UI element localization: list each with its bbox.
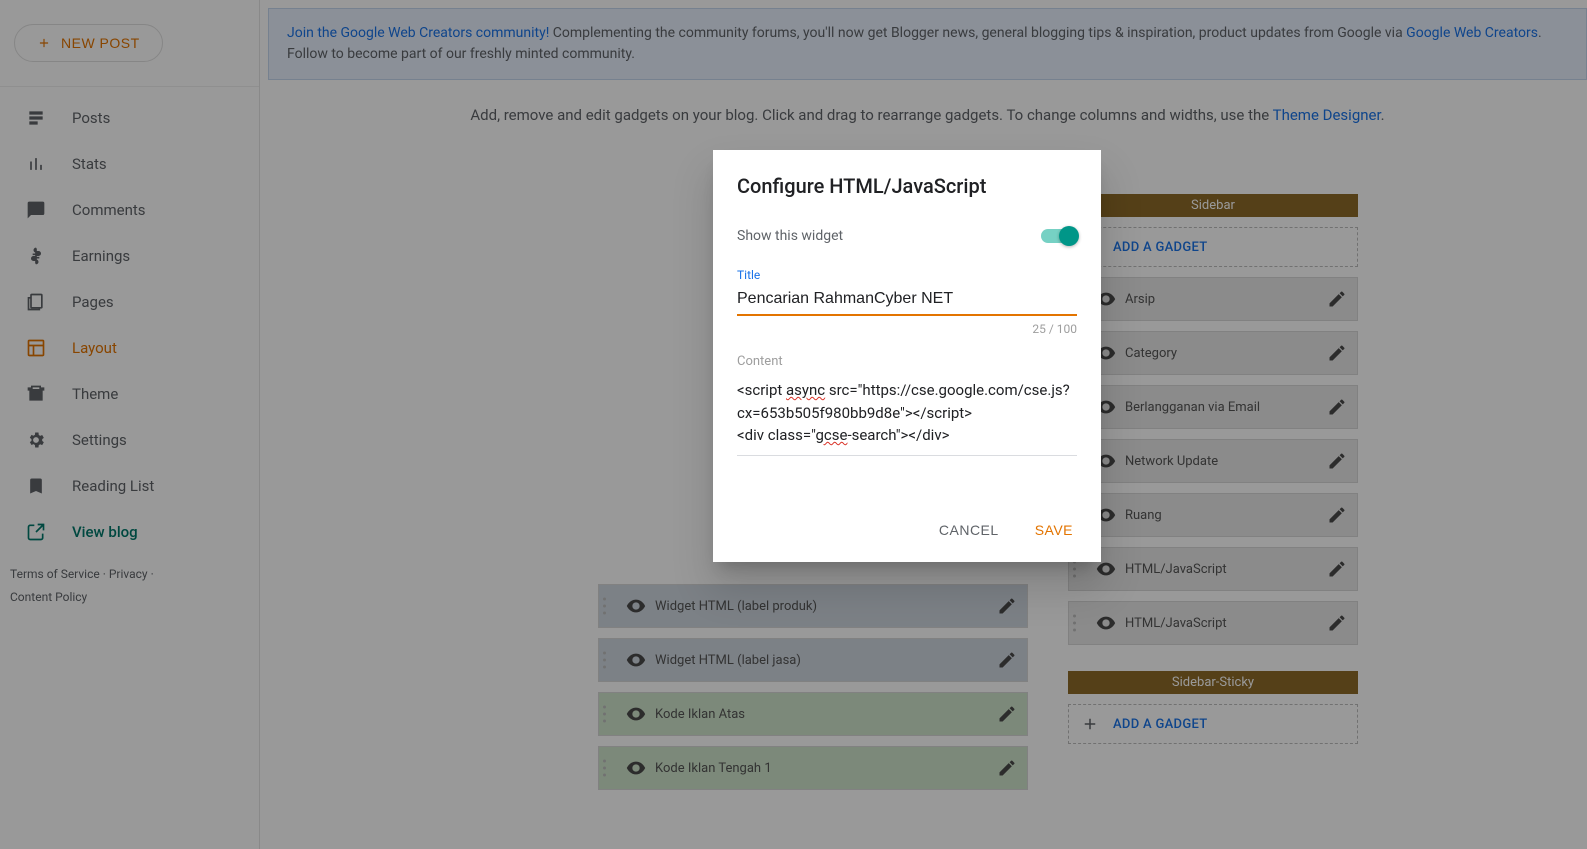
widget-content-textarea[interactable]: <script async src="https://cse.google.co…: [737, 373, 1077, 456]
title-field-label: Title: [737, 268, 1077, 282]
show-widget-toggle[interactable]: [1041, 229, 1077, 243]
save-button[interactable]: SAVE: [1031, 516, 1077, 544]
widget-title-input[interactable]: [737, 286, 1077, 316]
char-count: 25 / 100: [737, 322, 1077, 336]
configure-widget-dialog: Configure HTML/JavaScript Show this widg…: [713, 150, 1101, 562]
dialog-title: Configure HTML/JavaScript: [737, 174, 1077, 198]
cancel-button[interactable]: CANCEL: [935, 516, 1003, 544]
show-widget-label: Show this widget: [737, 228, 843, 244]
content-field-label: Content: [737, 354, 1077, 369]
